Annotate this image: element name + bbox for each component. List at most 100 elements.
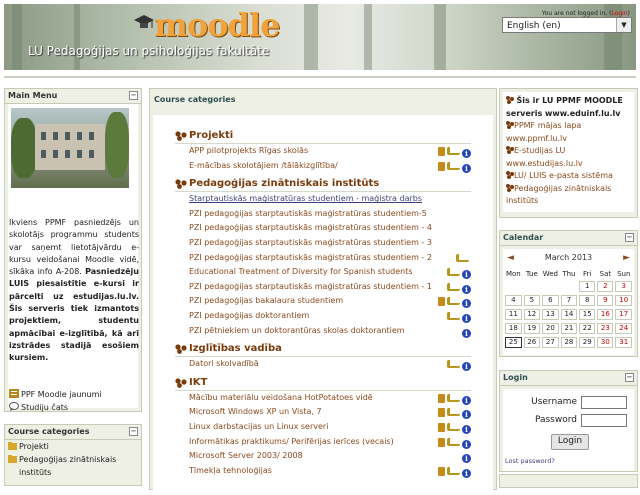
estudijas-link[interactable]: E-studijas LU www.estudijas.lu.lv xyxy=(506,145,631,170)
calendar-day[interactable]: 5 xyxy=(523,295,540,306)
course-link[interactable]: Datori skolvadībā i xyxy=(175,357,471,372)
course-link[interactable]: PZI pedagoģijas doktorantiem i xyxy=(175,309,471,324)
info-icon[interactable]: i xyxy=(462,468,471,478)
ppmf-link[interactable]: PPMF mājas lapa www.ppmf.lu.lv xyxy=(506,120,631,145)
news-link[interactable]: PPF Moodle jaunumi xyxy=(9,389,102,399)
calendar-day[interactable]: 11 xyxy=(505,309,522,320)
category-heading[interactable]: Izglītības vadība xyxy=(175,342,471,358)
info-icon[interactable]: i xyxy=(462,328,471,338)
info-icon[interactable]: i xyxy=(462,362,471,372)
luis-email-link[interactable]: LU/ LUIS e-pasta sistēma xyxy=(506,170,631,183)
info-icon[interactable]: i xyxy=(462,395,471,405)
key-icon[interactable] xyxy=(447,466,460,475)
calendar-day[interactable]: 12 xyxy=(523,309,540,320)
key-icon[interactable] xyxy=(447,297,460,306)
calendar-day[interactable]: 16 xyxy=(597,309,614,320)
teacher-icon[interactable] xyxy=(438,147,445,156)
calendar-day[interactable]: 17 xyxy=(615,309,632,320)
course-link[interactable]: E-mācības skolotājiem /tālākizglītība/i xyxy=(175,159,471,174)
teacher-icon[interactable] xyxy=(438,437,445,447)
login-button[interactable]: Login xyxy=(551,434,589,450)
lost-password-link[interactable]: Lost password? xyxy=(505,457,555,465)
calendar-day[interactable]: 30 xyxy=(597,337,614,348)
calendar-day[interactable]: 24 xyxy=(615,323,632,334)
calendar-day[interactable]: 22 xyxy=(579,323,596,334)
chat-link[interactable]: Studiju čats xyxy=(9,402,68,412)
info-icon[interactable]: i xyxy=(462,163,471,173)
calendar-day[interactable]: 25 xyxy=(505,337,522,348)
course-link[interactable]: APP pilotprojekts Rīgas skolās i xyxy=(175,144,471,159)
calendar-day[interactable]: 21 xyxy=(560,323,578,334)
category-link[interactable]: Projekti xyxy=(5,440,141,453)
calendar-day[interactable]: 31 xyxy=(615,337,632,348)
info-icon[interactable]: i xyxy=(462,299,471,309)
calendar-day[interactable]: 20 xyxy=(541,323,559,334)
calendar-day[interactable]: 3 xyxy=(615,281,632,292)
info-icon[interactable]: i xyxy=(462,454,471,464)
calendar-day[interactable]: 19 xyxy=(523,323,540,334)
category-heading[interactable]: IKT xyxy=(175,376,471,391)
collapse-icon[interactable]: − xyxy=(625,373,634,382)
teacher-icon[interactable] xyxy=(438,393,445,403)
calendar-day[interactable]: 29 xyxy=(579,337,596,348)
language-select[interactable]: English (en) ▼ xyxy=(502,17,632,33)
info-icon[interactable]: i xyxy=(462,410,471,420)
calendar-day[interactable]: 2 xyxy=(597,281,614,292)
info-icon[interactable]: i xyxy=(462,313,471,323)
category-heading[interactable]: Pedagoģijas zinātniskais institūts xyxy=(175,177,471,193)
teacher-icon[interactable] xyxy=(438,297,445,307)
info-icon[interactable]: i xyxy=(462,439,471,449)
calendar-day[interactable]: 23 xyxy=(597,323,614,334)
calendar-day[interactable]: 9 xyxy=(597,295,614,306)
info-icon[interactable]: i xyxy=(462,284,471,294)
course-link[interactable]: Tīmekļa tehnoloģijas i xyxy=(175,464,471,479)
calendar-day[interactable]: 10 xyxy=(615,295,632,306)
course-link[interactable]: Starptautiskās maģistratūras studentiem … xyxy=(175,192,471,207)
calendar-day[interactable]: 1 xyxy=(579,281,596,292)
category-link[interactable]: Pedagoģijas zinātniskais xyxy=(5,453,141,466)
course-link[interactable]: Informātikas praktikums/ Perifērijas ier… xyxy=(175,435,471,450)
info-icon[interactable]: i xyxy=(462,270,471,280)
key-icon[interactable] xyxy=(447,360,460,369)
course-link[interactable]: Microsoft Windows XP un Vista, 7 i xyxy=(175,405,471,420)
calendar-day[interactable]: 6 xyxy=(541,295,559,306)
course-link[interactable]: PZI pedagoģijas starptautiskās maģistrat… xyxy=(175,236,471,251)
pzi-link[interactable]: Pedagoģijas zinātniskais institūts xyxy=(506,183,631,208)
info-icon[interactable]: i xyxy=(462,149,471,158)
teacher-icon[interactable] xyxy=(438,466,445,476)
calendar-day[interactable]: 8 xyxy=(579,295,596,306)
next-month-icon[interactable]: ► xyxy=(623,249,630,267)
calendar-day[interactable]: 18 xyxy=(505,323,522,334)
course-link[interactable]: Mācību materiālu veidošana HotPotatoes v… xyxy=(175,391,471,406)
teacher-icon[interactable] xyxy=(438,408,445,418)
course-link[interactable]: PZI pedagoģijas starptautiskās maģistrat… xyxy=(175,280,471,295)
username-field[interactable] xyxy=(581,396,627,409)
course-link[interactable]: Microsoft Server 2003/ 2008 i xyxy=(175,449,471,464)
moodle-logo[interactable]: moodle xyxy=(154,6,280,44)
course-link[interactable]: PZI pētniekiem un doktorantūras skolas d… xyxy=(175,324,471,339)
calendar-day[interactable]: 4 xyxy=(505,295,522,306)
key-icon[interactable] xyxy=(456,253,469,262)
key-icon[interactable] xyxy=(447,393,460,402)
calendar-day[interactable]: 13 xyxy=(541,309,559,320)
prev-month-icon[interactable]: ◄ xyxy=(507,249,514,267)
key-icon[interactable] xyxy=(447,282,460,291)
teacher-icon[interactable] xyxy=(438,161,445,171)
calendar-day[interactable]: 26 xyxy=(523,337,540,348)
course-link[interactable]: PZI pedagoģijas starptautiskās maģistrat… xyxy=(175,251,471,266)
course-link[interactable]: PZI pedagoģijas bakalaura studentiem i xyxy=(175,294,471,309)
calendar-day[interactable]: 15 xyxy=(579,309,596,320)
collapse-icon[interactable]: − xyxy=(129,91,138,100)
key-icon[interactable] xyxy=(447,437,460,446)
course-link[interactable]: PZI pedagoģijas starptautiskās maģistrat… xyxy=(175,221,471,236)
collapse-icon[interactable]: − xyxy=(625,233,634,242)
calendar-day[interactable]: 27 xyxy=(541,337,559,348)
course-link[interactable]: Linux darbstacijas un Linux serveri i xyxy=(175,420,471,435)
calendar-day[interactable]: 28 xyxy=(560,337,578,348)
password-field[interactable] xyxy=(581,414,627,427)
key-icon[interactable] xyxy=(447,408,460,417)
teacher-icon[interactable] xyxy=(438,422,445,432)
key-icon[interactable] xyxy=(447,161,460,170)
login-link[interactable]: Login xyxy=(611,10,627,17)
course-link[interactable]: PZI pedagoģijas starptautiskās maģistrat… xyxy=(175,207,471,222)
